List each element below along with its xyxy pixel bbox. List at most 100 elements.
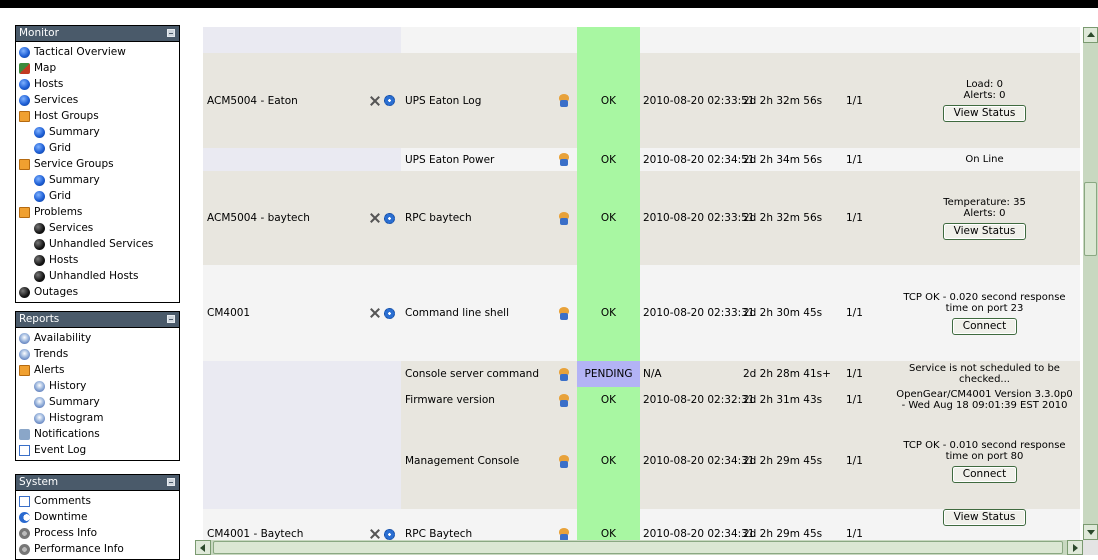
nav-item-label: Summary	[49, 126, 100, 138]
acknowledge-icon[interactable]	[558, 454, 570, 468]
acknowledge-icon[interactable]	[558, 367, 570, 381]
nav-item-hosts[interactable]: Hosts	[16, 252, 179, 268]
folder-icon	[19, 364, 30, 376]
service-name-link[interactable]: UPS Eaton Log	[405, 53, 481, 148]
acknowledge-icon[interactable]	[558, 94, 570, 107]
nav-item-history[interactable]: History	[16, 378, 179, 394]
status-information: Load: 0 Alerts: 0 View Status	[893, 53, 1076, 148]
nav-item-summary[interactable]: Summary	[16, 124, 179, 140]
nav-item-label: Downtime	[34, 511, 88, 523]
helm-icon	[19, 348, 30, 360]
scroll-right-icon[interactable]	[1067, 540, 1083, 555]
service-name-link[interactable]: RPC baytech	[405, 171, 472, 265]
scrollbar-corner	[1083, 540, 1098, 555]
status-badge: OK	[600, 307, 617, 319]
acknowledge-icon[interactable]	[558, 153, 570, 166]
duration: 2d 2h 30m 45s	[743, 307, 823, 319]
wrench-icon[interactable]	[368, 212, 382, 224]
nav-item-label: Outages	[34, 286, 79, 298]
acknowledge-icon[interactable]	[558, 306, 570, 320]
acknowledge-icon[interactable]	[558, 211, 570, 225]
host-name-link[interactable]: CM4001	[207, 265, 250, 361]
nav-item-tactical-overview[interactable]: Tactical Overview	[16, 44, 179, 60]
service-name-link[interactable]: Firmware version	[405, 387, 495, 413]
nav-item-label: Notifications	[34, 428, 100, 440]
nav-item-process-info[interactable]: Process Info	[16, 525, 179, 541]
view-status-button[interactable]: View Status	[942, 105, 1027, 122]
horizontal-scroll-thumb[interactable]	[213, 541, 1063, 554]
service-name-link[interactable]: Command line shell	[405, 265, 509, 361]
attempt: 1/1	[846, 455, 863, 467]
host-action-icons	[368, 509, 395, 540]
acknowledge-icon[interactable]	[558, 393, 570, 407]
service-name-link[interactable]: Management Console	[405, 413, 519, 509]
nav-item-comments[interactable]: Comments	[16, 493, 179, 509]
wrench-icon[interactable]	[368, 95, 382, 107]
scroll-up-icon[interactable]	[1083, 27, 1098, 43]
nav-item-services[interactable]: Services	[16, 92, 179, 108]
nav-item-alerts[interactable]: Alerts	[16, 362, 179, 378]
nav-item-outages[interactable]: Outages	[16, 284, 179, 300]
minimize-icon[interactable]	[167, 478, 175, 486]
wrench-icon[interactable]	[368, 528, 382, 540]
nav-item-notifications[interactable]: Notifications	[16, 426, 179, 442]
host-cell-empty	[203, 148, 401, 171]
view-status-button[interactable]: View Status	[942, 508, 1027, 526]
nav-item-histogram[interactable]: Histogram	[16, 410, 179, 426]
table-row	[203, 27, 1080, 53]
nav-item-host-groups[interactable]: Host Groups	[16, 108, 179, 124]
nav-item-problems[interactable]: Problems	[16, 204, 179, 220]
nav-item-label: Comments	[34, 495, 91, 507]
view-status-button[interactable]: View Status	[942, 222, 1027, 240]
bomb-icon	[19, 286, 30, 298]
attempt: 1/1	[846, 212, 863, 224]
nav-item-label: Unhandled Hosts	[49, 270, 139, 282]
nav-item-unhandled-services[interactable]: Unhandled Services	[16, 236, 179, 252]
services-icon	[19, 94, 30, 106]
gear-icon[interactable]	[384, 212, 395, 224]
vertical-scroll-thumb[interactable]	[1084, 182, 1097, 256]
horizontal-scrollbar[interactable]	[195, 540, 1083, 555]
bomb-icon	[34, 222, 45, 234]
gear-icon[interactable]	[384, 95, 395, 106]
gear-icon[interactable]	[384, 307, 395, 319]
vertical-scrollbar[interactable]	[1083, 27, 1098, 540]
nav-item-trends[interactable]: Trends	[16, 346, 179, 362]
nav-item-availability[interactable]: Availability	[16, 330, 179, 346]
bomb-icon	[34, 238, 45, 250]
status-badge: OK	[600, 153, 617, 166]
nav-item-service-groups[interactable]: Service Groups	[16, 156, 179, 172]
service-name-link[interactable]: UPS Eaton Power	[405, 148, 494, 171]
host-name-link[interactable]: CM4001 - Baytech	[207, 509, 303, 540]
nav-item-grid[interactable]: Grid	[16, 140, 179, 156]
acknowledge-icon[interactable]	[558, 527, 570, 540]
nav-item-map[interactable]: Map	[16, 60, 179, 76]
duration: 2d 2h 31m 43s	[743, 394, 823, 406]
nav-item-unhandled-hosts[interactable]: Unhandled Hosts	[16, 268, 179, 284]
folder-icon	[19, 158, 30, 170]
ack-cell	[558, 509, 570, 540]
scroll-down-icon[interactable]	[1083, 524, 1098, 540]
nav-item-services[interactable]: Services	[16, 220, 179, 236]
host-name-link[interactable]: ACM5004 - Eaton	[207, 53, 298, 148]
status-cell-bg	[577, 27, 640, 53]
speaker-icon	[19, 428, 30, 440]
host-name-link[interactable]: ACM5004 - baytech	[207, 171, 310, 265]
connect-button[interactable]: Connect	[951, 465, 1018, 483]
nav-item-summary[interactable]: Summary	[16, 172, 179, 188]
service-name-link[interactable]: Console server command	[405, 361, 539, 387]
wrench-icon[interactable]	[368, 307, 382, 319]
service-name-link[interactable]: RPC Baytech	[405, 509, 472, 540]
scroll-left-icon[interactable]	[195, 540, 211, 555]
nav-item-label: Service Groups	[34, 158, 114, 170]
gear-icon[interactable]	[384, 528, 395, 540]
nav-item-event-log[interactable]: Event Log	[16, 442, 179, 458]
grid-icon	[34, 142, 45, 154]
nav-item-hosts[interactable]: Hosts	[16, 76, 179, 92]
nav-item-summary[interactable]: Summary	[16, 394, 179, 410]
connect-button[interactable]: Connect	[951, 317, 1018, 335]
minimize-icon[interactable]	[167, 29, 175, 37]
nav-item-grid[interactable]: Grid	[16, 188, 179, 204]
minimize-icon[interactable]	[167, 315, 175, 323]
nav-item-downtime[interactable]: Downtime	[16, 509, 179, 525]
